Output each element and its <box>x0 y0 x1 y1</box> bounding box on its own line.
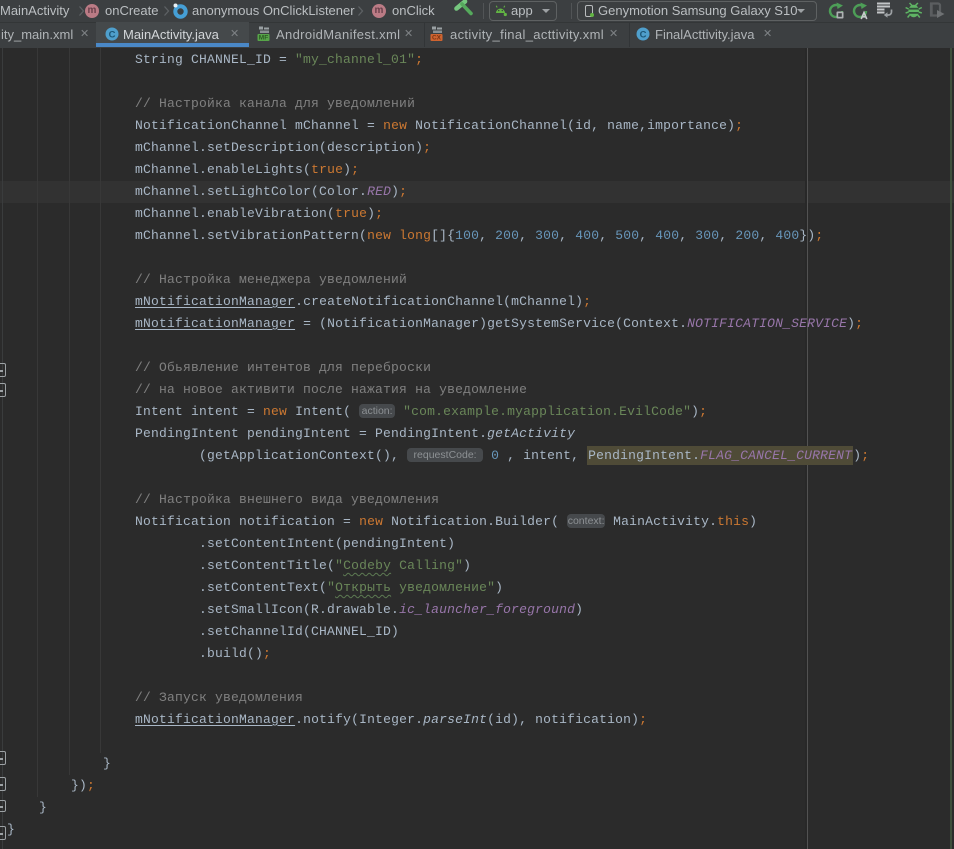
svg-text:MF: MF <box>259 35 268 42</box>
svg-text:CX: CX <box>432 35 442 42</box>
svg-text:C: C <box>640 30 647 41</box>
svg-text:C: C <box>109 30 116 41</box>
